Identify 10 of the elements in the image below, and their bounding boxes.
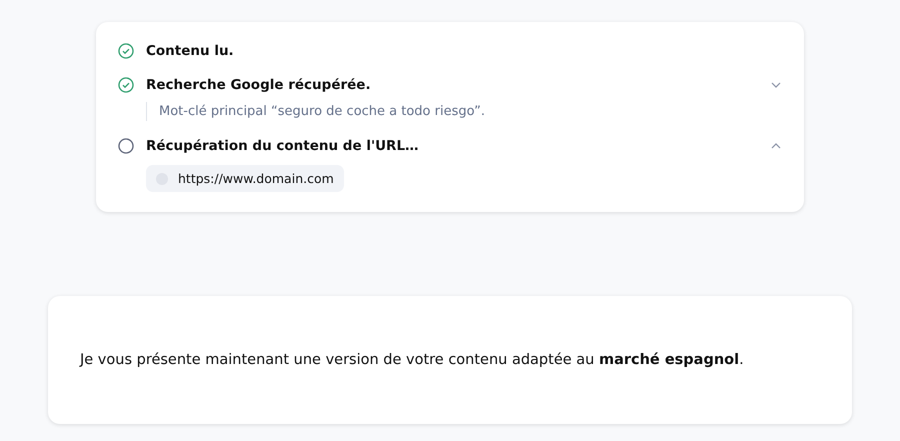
check-circle-icon (118, 77, 134, 93)
check-circle-icon (118, 43, 134, 59)
circle-icon (118, 138, 134, 154)
url-chip[interactable]: https://www.domain.com (146, 165, 344, 192)
message-text: Je vous présente maintenant une version de votre contenu adaptée au marché espagnol. (80, 352, 744, 368)
url-text: https://www.domain.com (178, 171, 334, 186)
step-label: Contenu lu. (146, 43, 235, 59)
step-detail: Mot-clé principal “seguro de coche a todo riesgo”. (146, 102, 497, 121)
step-label: Recherche Google récupérée. (146, 77, 372, 93)
step-label: Récupération du contenu de l'URL… (146, 138, 420, 154)
